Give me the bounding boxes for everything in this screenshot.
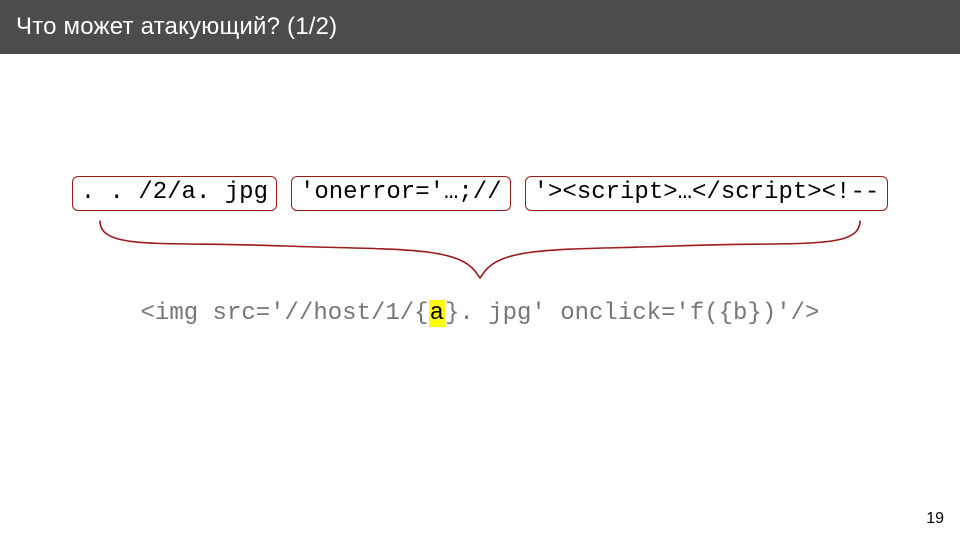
slide: Что может атакующий? (1/2) . . /2/a. jpg… [0,0,960,540]
template-code-row: <img src='//host/1/{a}. jpg' onclick='f(… [0,300,960,327]
slide-titlebar: Что может атакующий? (1/2) [0,0,960,54]
payload-box-2: 'onerror='…;// [291,176,511,211]
page-number: 19 [926,510,944,528]
template-pre: <img src='//host/1/{ [141,300,429,327]
payload-box-1: . . /2/a. jpg [72,176,277,211]
payload-box-3: '><script>…</script><!-- [525,176,889,211]
payload-row: . . /2/a. jpg 'onerror='…;// '><script>…… [0,176,960,211]
template-highlight: a [429,300,445,327]
slide-title: Что может атакующий? (1/2) [16,13,337,41]
brace-wrap [0,216,960,286]
template-post: }. jpg' onclick='f({b})'/> [445,300,819,327]
curly-brace-icon [95,216,865,286]
